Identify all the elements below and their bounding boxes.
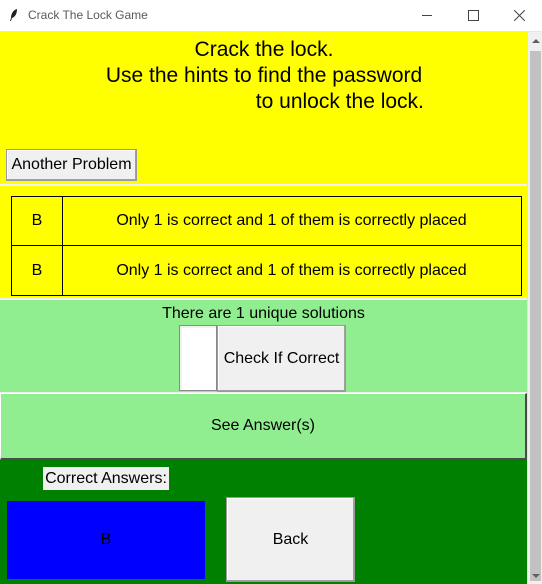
solutions-count: There are 1 unique solutions xyxy=(162,305,365,322)
hint-row: B Only 1 is correct and 1 of them is cor… xyxy=(11,246,522,296)
vertical-scrollbar[interactable] xyxy=(527,32,542,584)
title-bar: Crack The Lock Game xyxy=(0,0,542,32)
solution-panel: There are 1 unique solutions Check If Co… xyxy=(0,300,527,392)
arrow-up-icon xyxy=(531,38,540,43)
instructions-panel: Crack the lock. Use the hints to find th… xyxy=(0,32,527,184)
arrow-down-icon xyxy=(531,573,540,578)
feather-icon xyxy=(10,9,17,21)
hint-code: B xyxy=(12,246,63,295)
check-if-correct-button[interactable]: Check If Correct xyxy=(217,325,346,392)
close-button[interactable] xyxy=(496,0,542,31)
scroll-thumb[interactable] xyxy=(530,51,541,581)
scroll-up-button[interactable] xyxy=(528,32,542,49)
maximize-icon xyxy=(467,10,479,21)
hint-code: B xyxy=(12,197,63,245)
maximize-button[interactable] xyxy=(450,0,496,31)
answer-input[interactable] xyxy=(179,325,217,391)
hint-text: Only 1 is correct and 1 of them is corre… xyxy=(116,212,467,229)
close-icon xyxy=(513,10,525,21)
instructions-text: Crack the lock. Use the hints to find th… xyxy=(105,38,424,113)
minimize-button[interactable] xyxy=(404,0,450,31)
back-button[interactable]: Back xyxy=(226,497,355,582)
correct-answers-label: Correct Answers: xyxy=(43,467,169,490)
another-problem-button[interactable]: Another Problem xyxy=(6,149,137,181)
see-answers-button[interactable]: See Answer(s) xyxy=(0,393,527,460)
correct-answer-value: B xyxy=(7,501,205,579)
hint-row: B Only 1 is correct and 1 of them is cor… xyxy=(11,196,522,246)
window-title: Crack The Lock Game xyxy=(28,8,148,22)
scroll-down-button[interactable] xyxy=(528,567,542,584)
minimize-icon xyxy=(422,15,432,16)
hints-panel: B Only 1 is correct and 1 of them is cor… xyxy=(0,184,527,300)
answers-panel: Correct Answers: B Back xyxy=(0,460,527,584)
hint-text: Only 1 is correct and 1 of them is corre… xyxy=(116,261,467,279)
